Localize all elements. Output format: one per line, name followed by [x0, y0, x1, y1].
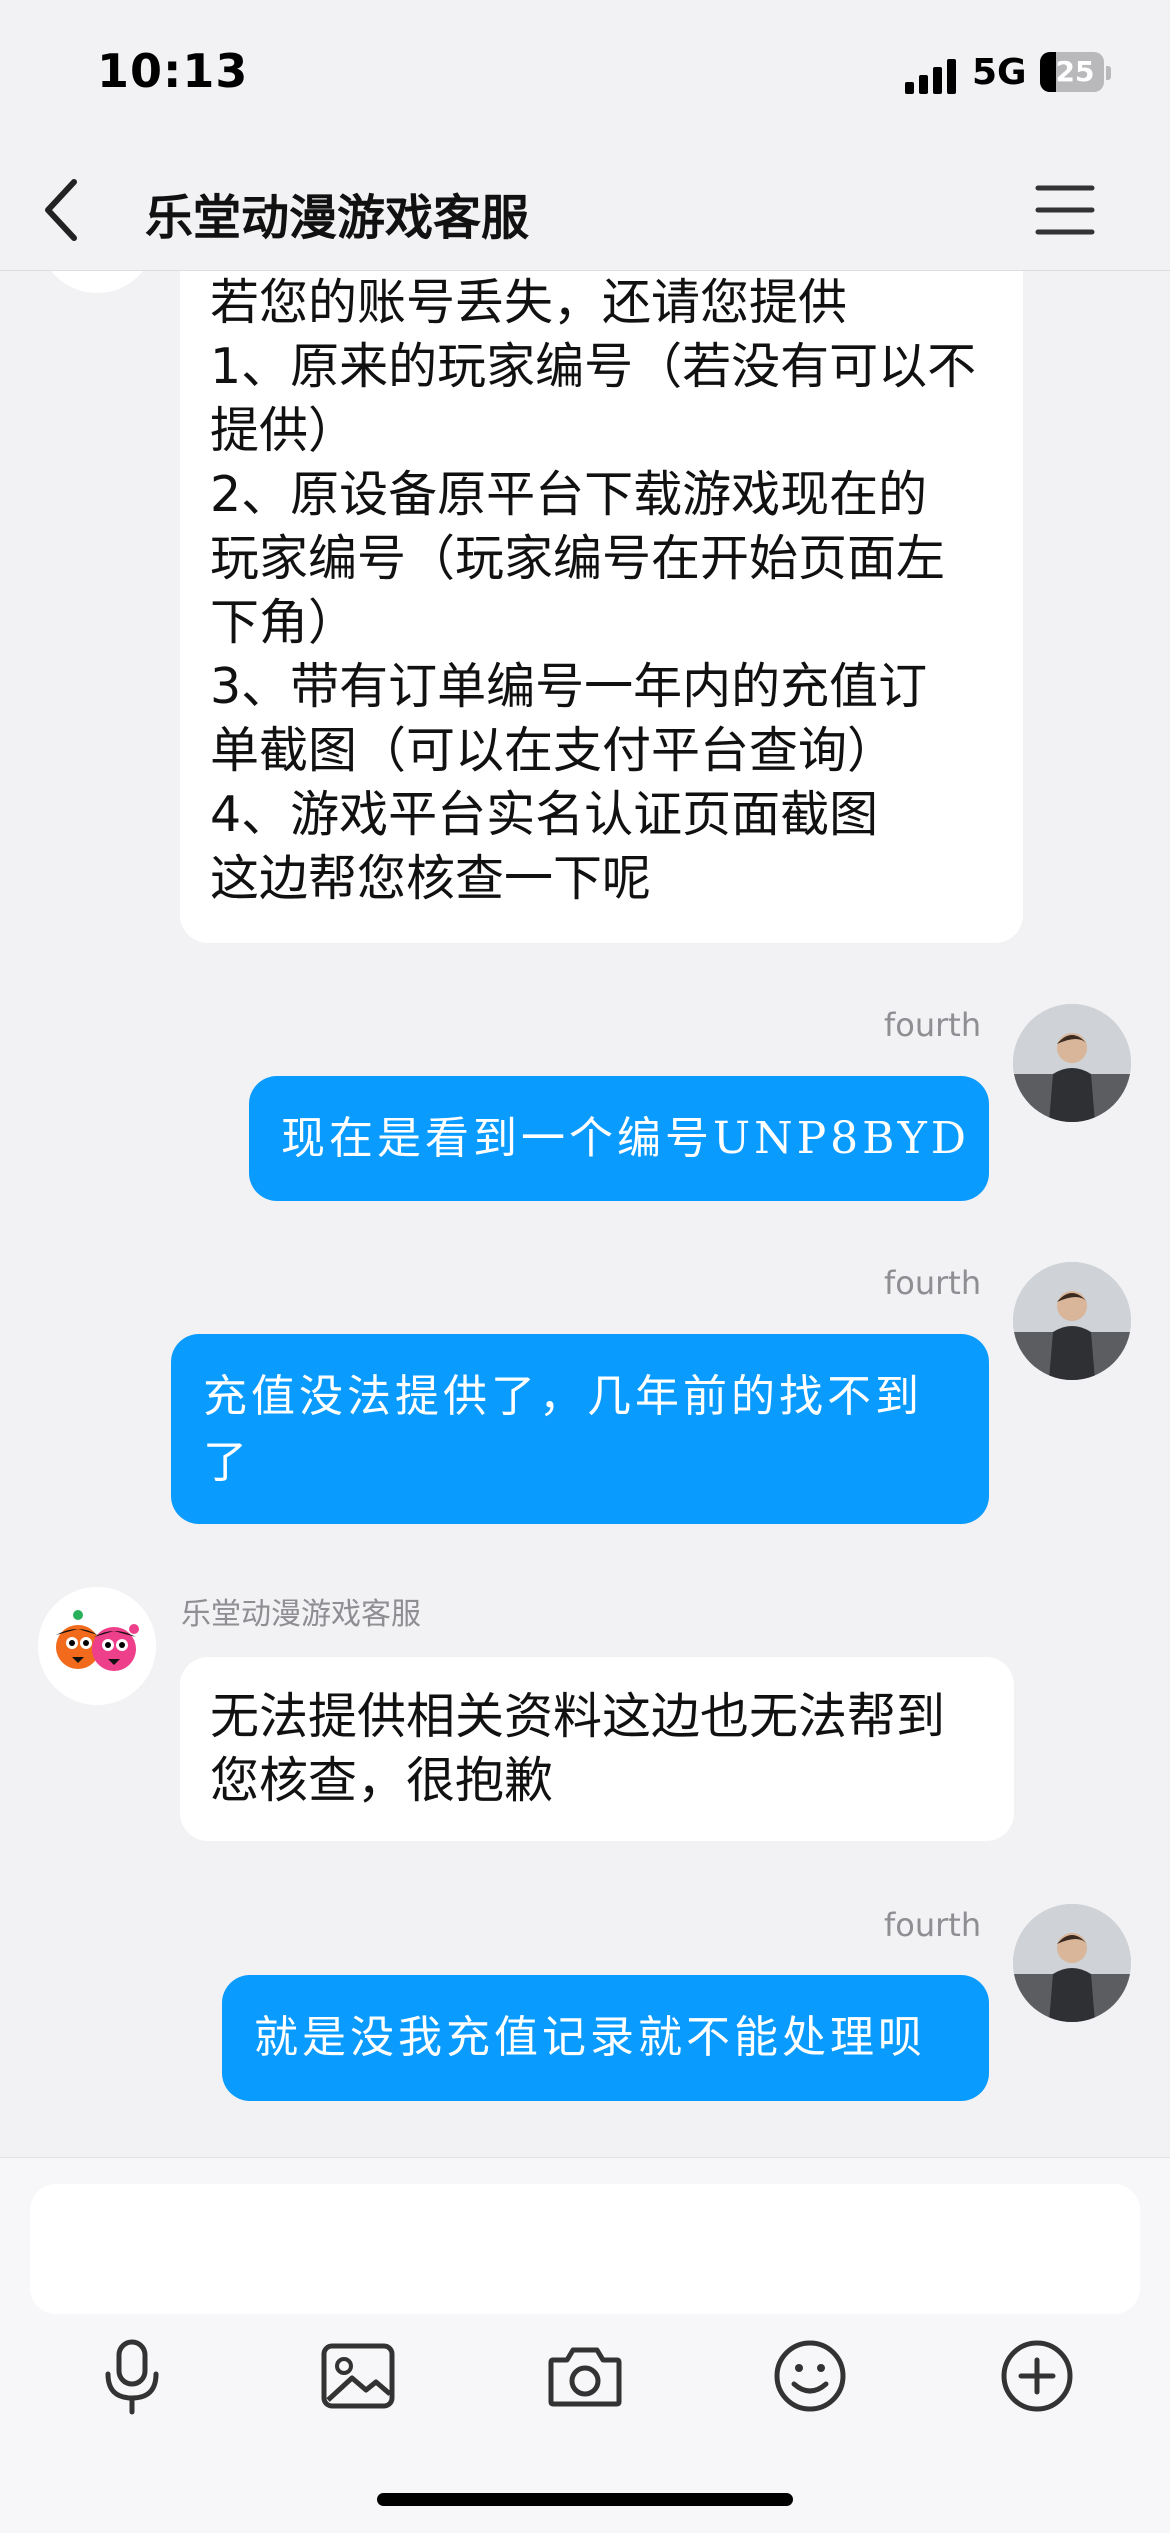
home-indicator[interactable]	[377, 2493, 793, 2506]
message-text-line: 这边帮您核查一下呢	[210, 850, 652, 907]
person-photo-icon	[1013, 1262, 1131, 1380]
person-photo-icon	[1013, 1004, 1131, 1122]
user-avatar[interactable]	[1013, 1904, 1131, 2022]
message-text-line: 玩家编号（玩家编号在开始页面左	[210, 530, 946, 587]
camera-icon	[548, 2347, 622, 2407]
sender-name: fourth	[884, 1906, 982, 1944]
message-text-line: 单截图（可以在支付平台查询）	[210, 722, 897, 779]
sent-message-bubble[interactable]: 就是没我充值记录就不能处理呗	[222, 1975, 989, 2101]
emoji-icon	[774, 2340, 846, 2412]
message-text-line: 了	[203, 1437, 251, 1488]
user-avatar[interactable]	[1013, 1262, 1131, 1380]
chat-message-list[interactable]: 若您的账号丢失，还请您提供 1、原来的玩家编号（若没有可以不 提供） 2、原设备…	[0, 271, 1170, 2156]
chat-title: 乐堂动漫游戏客服	[145, 190, 530, 246]
camera-button[interactable]	[545, 2336, 625, 2416]
message-text-line: 4、游戏平台实名认证页面截图	[210, 786, 879, 843]
voice-button[interactable]	[92, 2336, 172, 2416]
sender-name: fourth	[884, 1264, 982, 1302]
person-photo-icon	[1013, 1904, 1131, 2022]
message-input[interactable]	[30, 2184, 1140, 2314]
chevron-left-icon	[45, 179, 77, 241]
message-text-line: 充值没法提供了，几年前的找不到	[203, 1371, 923, 1422]
back-button[interactable]	[30, 172, 100, 248]
battery-level: 25	[1055, 55, 1095, 88]
message-text-line: 2、原设备原平台下载游戏现在的	[210, 466, 928, 523]
sent-message-bubble[interactable]: 充值没法提供了，几年前的找不到 了	[171, 1334, 989, 1524]
status-time: 10:13	[97, 44, 249, 98]
message-text-line: 您核查，很抱歉	[210, 1752, 554, 1809]
cellular-signal-icon	[905, 58, 957, 94]
message-text-line: 就是没我充值记录就不能处理呗	[254, 2012, 926, 2063]
network-type-label: 5G	[972, 52, 1027, 93]
cartoon-birds-icon	[38, 271, 156, 293]
user-avatar[interactable]	[1013, 1004, 1131, 1122]
battery-icon: 25	[1040, 52, 1111, 94]
message-text-line: 提供）	[210, 402, 358, 459]
photo-album-button[interactable]	[318, 2336, 398, 2416]
sent-message-bubble[interactable]: 现在是看到一个编号UNP8BYD	[249, 1076, 989, 1201]
support-avatar[interactable]	[38, 271, 156, 293]
sender-name: 乐堂动漫游戏客服	[181, 1597, 421, 1632]
message-text-line: 3、带有订单编号一年内的充值订	[210, 658, 928, 715]
sender-name: fourth	[884, 1006, 982, 1044]
menu-button[interactable]	[1030, 178, 1100, 242]
status-bar: 10:13 5G 25	[0, 0, 1170, 150]
cartoon-birds-icon	[38, 1587, 156, 1705]
message-text-line: 下角）	[210, 594, 358, 651]
hamburger-menu-icon	[1035, 185, 1095, 235]
message-text-line: 1、原来的玩家编号（若没有可以不	[210, 338, 977, 395]
plus-icon	[1001, 2340, 1073, 2412]
received-message-bubble[interactable]: 无法提供相关资料这边也无法帮到 您核查，很抱歉	[180, 1657, 1014, 1841]
message-text-line: 若您的账号丢失，还请您提供	[210, 274, 848, 331]
nav-header: 乐堂动漫游戏客服	[0, 150, 1170, 271]
emoji-button[interactable]	[770, 2336, 850, 2416]
message-text-line: 无法提供相关资料这边也无法帮到	[210, 1688, 946, 1745]
support-avatar[interactable]	[38, 1587, 156, 1705]
microphone-icon	[105, 2339, 159, 2415]
message-text-line: 现在是看到一个编号UNP8BYD	[281, 1113, 971, 1164]
more-button[interactable]	[997, 2336, 1077, 2416]
received-message-bubble[interactable]: 若您的账号丢失，还请您提供 1、原来的玩家编号（若没有可以不 提供） 2、原设备…	[180, 271, 1023, 943]
image-icon	[321, 2343, 395, 2409]
